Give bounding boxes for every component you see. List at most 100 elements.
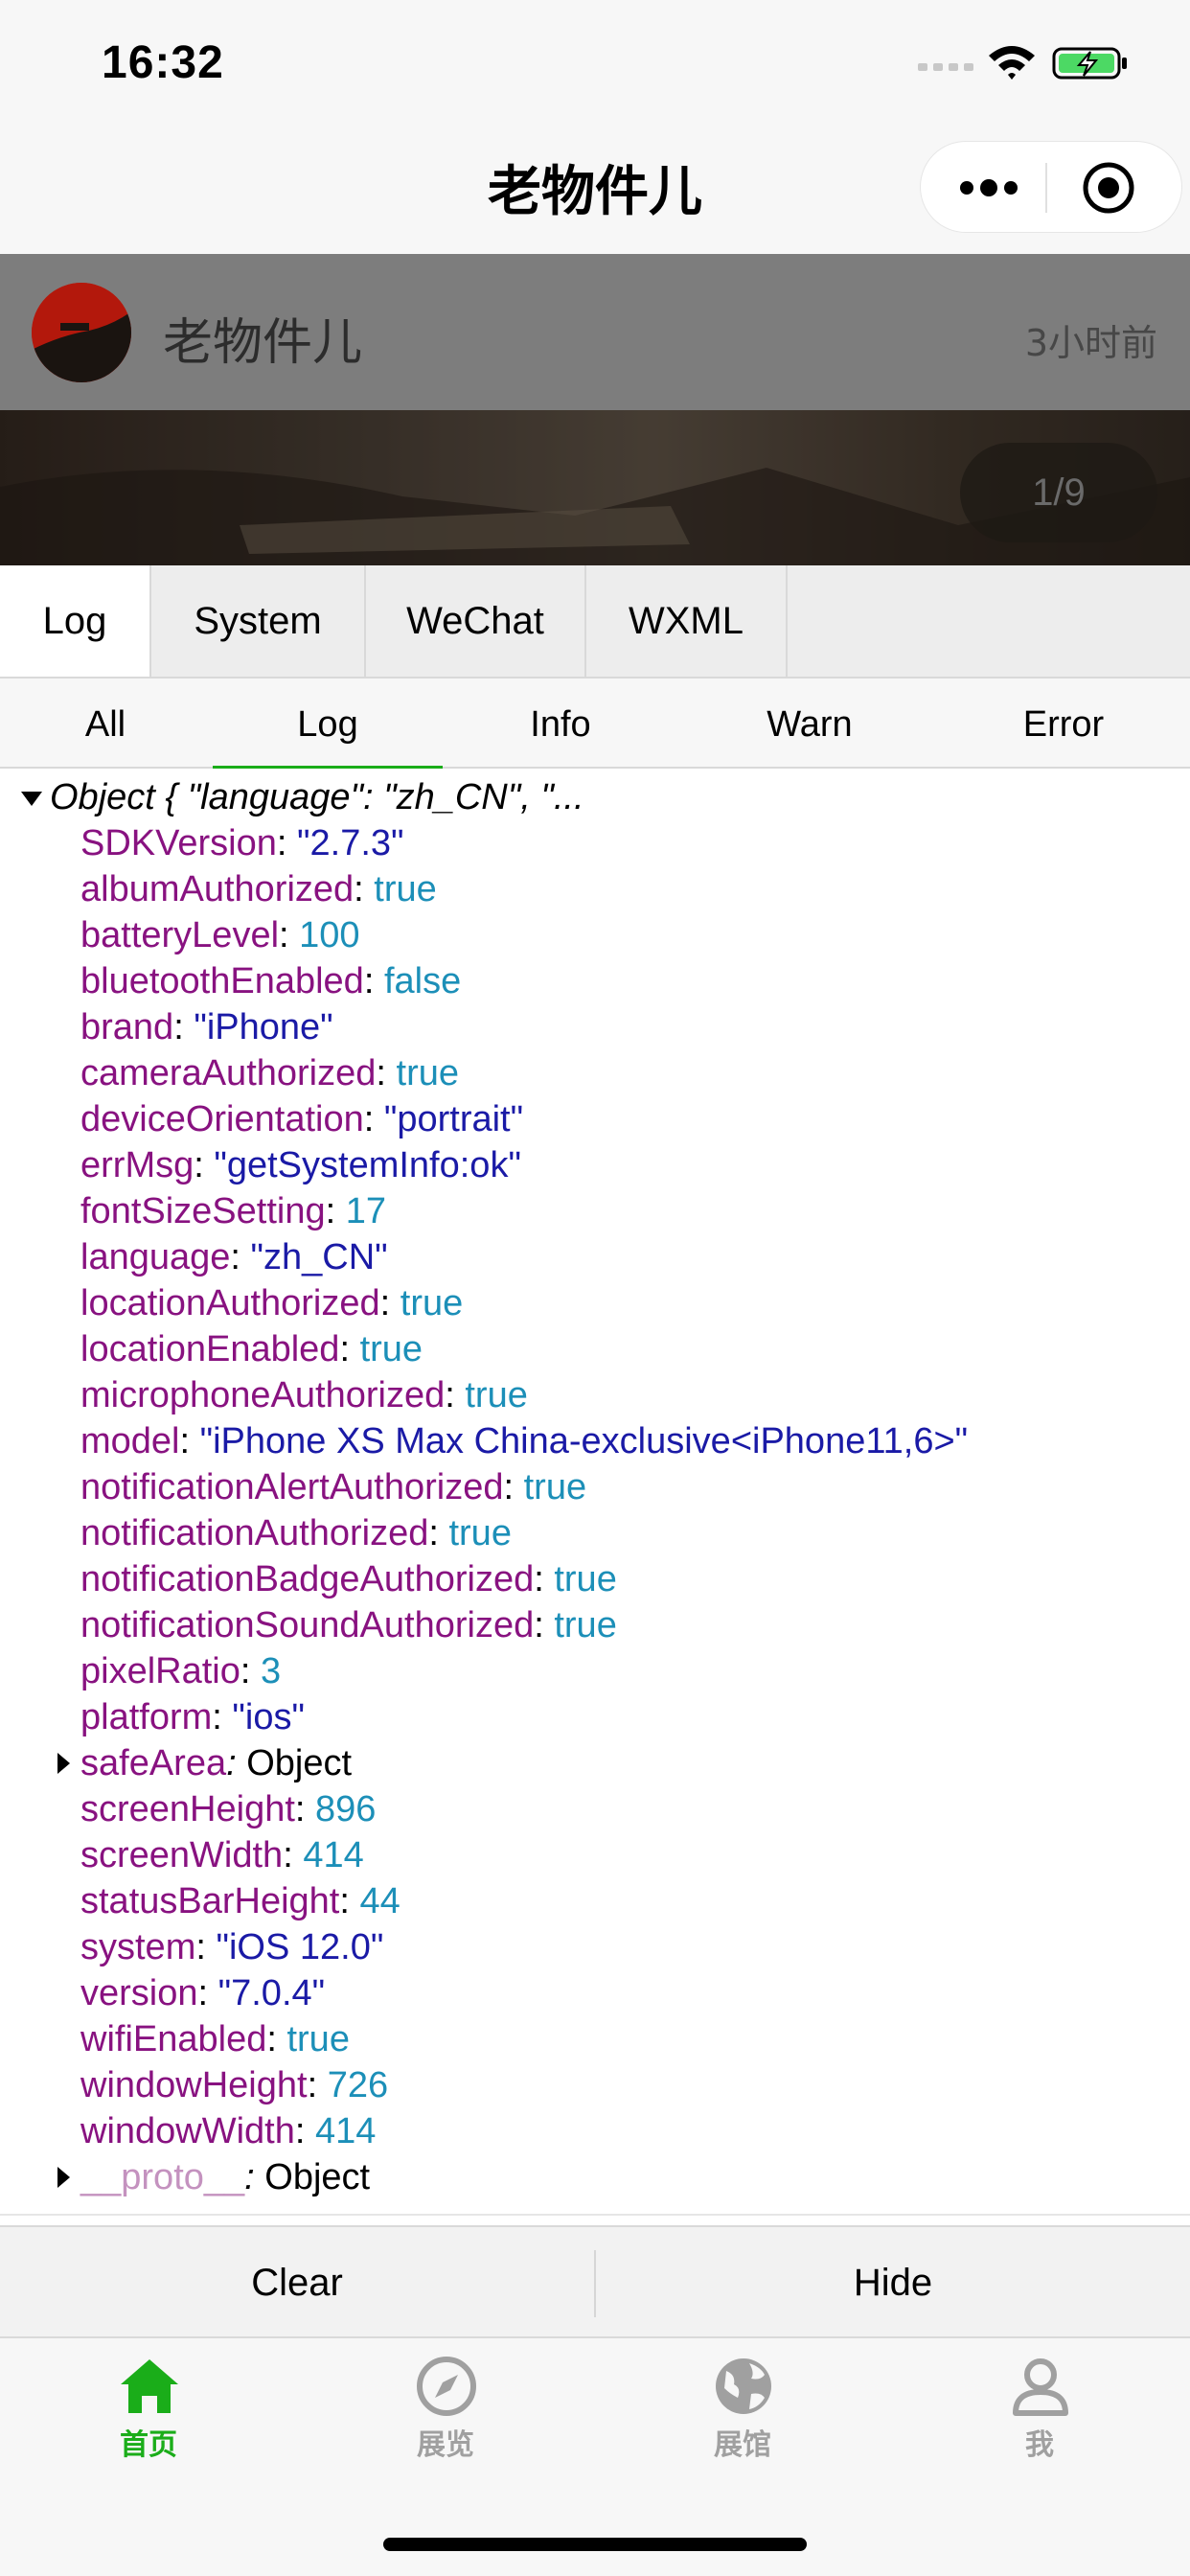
- entry-key: batteryLevel: [80, 915, 280, 955]
- close-mini-program-icon[interactable]: [1082, 161, 1135, 215]
- entry-key: SDKVersion: [80, 823, 277, 863]
- log-entry-screenheight: screenHeight: 896: [80, 1789, 377, 1829]
- log-entry-model: model: "iPhone XS Max China-exclusive<iP…: [80, 1421, 969, 1461]
- entry-value: false: [383, 961, 462, 1001]
- hide-button[interactable]: Hide: [596, 2227, 1190, 2336]
- log-panel[interactable]: Object { "language": "zh_CN", "... SDKVe…: [0, 770, 1190, 2216]
- tab-label: 展览: [417, 2428, 474, 2462]
- tab-log[interactable]: Log: [0, 565, 151, 677]
- entry-key: version: [80, 1973, 198, 2013]
- entry-key: windowWidth: [80, 2111, 295, 2151]
- tab-museum[interactable]: 展馆: [594, 2338, 891, 2482]
- log-entry-language: language: "zh_CN": [80, 1237, 388, 1277]
- navigation-bar: 老物件儿: [0, 129, 1190, 254]
- author-name[interactable]: 老物件儿: [163, 302, 362, 374]
- log-entry-locationenabled: locationEnabled: true: [80, 1329, 423, 1369]
- entry-value: 726: [327, 2065, 389, 2105]
- tab-wxml[interactable]: WXML: [586, 565, 788, 677]
- entry-value: 17: [345, 1191, 387, 1231]
- entry-value: true: [554, 1559, 617, 1599]
- vconsole-toolbar: Clear Hide: [0, 2225, 1190, 2338]
- tab-home[interactable]: 首页: [0, 2338, 297, 2482]
- post-image-carousel[interactable]: 1/9: [0, 410, 1190, 565]
- tab-me[interactable]: 我: [891, 2338, 1188, 2482]
- entry-key: errMsg: [80, 1145, 195, 1185]
- entry-key: microphoneAuthorized: [80, 1375, 446, 1415]
- entry-value: 414: [303, 1835, 364, 1875]
- log-entry-locationauthorized: locationAuthorized: true: [80, 1283, 464, 1323]
- log-entry-notificationauthorized: notificationAuthorized: true: [80, 1513, 512, 1553]
- entry-value: true: [554, 1605, 617, 1645]
- tab-exhibition[interactable]: 展览: [297, 2338, 594, 2482]
- cellular-signal-icon: [918, 63, 973, 71]
- more-icon[interactable]: [959, 174, 1018, 201]
- mini-program-capsule: [920, 141, 1182, 233]
- entry-value: "iOS 12.0": [216, 1927, 384, 1967]
- log-entry-bluetoothenabled: bluetoothEnabled: false: [80, 961, 462, 1001]
- log-entry-windowheight: windowHeight: 726: [80, 2065, 389, 2105]
- entry-value: true: [286, 2019, 350, 2059]
- entry-key: statusBarHeight: [80, 1881, 340, 1921]
- log-entry-albumauthorized: albumAuthorized: true: [80, 869, 437, 909]
- filter-error[interactable]: Error: [968, 678, 1159, 767]
- entry-value: 3: [261, 1651, 282, 1691]
- entry-key: notificationSoundAuthorized: [80, 1605, 535, 1645]
- home-indicator[interactable]: [383, 2538, 807, 2551]
- tab-system[interactable]: System: [151, 565, 366, 677]
- log-entry-version: version: "7.0.4": [80, 1973, 326, 2013]
- entry-value: "getSystemInfo:ok": [214, 1145, 521, 1185]
- filter-info[interactable]: Info: [469, 678, 652, 767]
- post-header: 老物件儿 3小时前: [0, 254, 1190, 410]
- log-entry-platform: platform: "ios": [80, 1697, 305, 1737]
- log-entry-brand: brand: "iPhone": [80, 1007, 333, 1047]
- battery-charging-icon: [1052, 47, 1127, 80]
- object-header[interactable]: Object { "language": "zh_CN", "...: [21, 774, 584, 820]
- entry-key: fontSizeSetting: [80, 1191, 326, 1231]
- entry-key: brand: [80, 1007, 174, 1047]
- filter-warn[interactable]: Warn: [709, 678, 910, 767]
- entry-key: notificationBadgeAuthorized: [80, 1559, 535, 1599]
- expanded-triangle-icon[interactable]: [21, 792, 42, 807]
- entry-value: "portrait": [383, 1099, 524, 1139]
- log-entry-proto[interactable]: __proto__: Object: [57, 2154, 1182, 2200]
- log-entry-windowwidth: windowWidth: 414: [80, 2111, 377, 2151]
- tab-label: 我: [1025, 2428, 1054, 2462]
- vconsole-tabs: Log System WeChat WXML: [0, 565, 1190, 678]
- log-entry-safearea[interactable]: safeArea: Object: [57, 1740, 1182, 1786]
- entry-key: system: [80, 1927, 196, 1967]
- object-summary: Object { "language": "zh_CN", "...: [50, 777, 584, 817]
- avatar[interactable]: [32, 283, 131, 382]
- entry-key: windowHeight: [80, 2065, 308, 2105]
- log-entry-pixelratio: pixelRatio: 3: [80, 1651, 282, 1691]
- entry-value: "2.7.3": [297, 823, 404, 863]
- home-icon: [121, 2359, 178, 2413]
- entry-key: wifiEnabled: [80, 2019, 267, 2059]
- status-time: 16:32: [102, 37, 224, 88]
- compass-icon: [417, 2357, 476, 2416]
- entry-value: "ios": [232, 1697, 305, 1737]
- post-timestamp: 3小时前: [1024, 322, 1157, 364]
- entry-value: true: [359, 1329, 423, 1369]
- entry-key: model: [80, 1421, 180, 1461]
- log-entry-system: system: "iOS 12.0": [80, 1927, 384, 1967]
- entry-value: true: [374, 869, 437, 909]
- entry-key: platform: [80, 1697, 213, 1737]
- log-entry-wifienabled: wifiEnabled: true: [80, 2019, 350, 2059]
- entry-value: "7.0.4": [217, 1973, 326, 2013]
- entry-value: 896: [315, 1789, 377, 1829]
- filter-log[interactable]: Log: [213, 678, 443, 769]
- entry-value: true: [400, 1283, 464, 1323]
- tab-wechat[interactable]: WeChat: [366, 565, 586, 677]
- collapsed-triangle-icon[interactable]: [57, 2167, 70, 2188]
- capsule-divider: [1045, 163, 1047, 213]
- collapsed-triangle-icon[interactable]: [57, 1753, 70, 1774]
- clear-button[interactable]: Clear: [0, 2227, 594, 2336]
- user-icon: [1013, 2358, 1068, 2416]
- log-entry-statusbarheight: statusBarHeight: 44: [80, 1881, 400, 1921]
- entry-key: deviceOrientation: [80, 1099, 364, 1139]
- log-entry-cameraauthorized: cameraAuthorized: true: [80, 1053, 459, 1093]
- entry-key: cameraAuthorized: [80, 1053, 377, 1093]
- entry-value: true: [448, 1513, 512, 1553]
- filter-all[interactable]: All: [29, 678, 182, 767]
- log-entry-notificationbadgeauthorized: notificationBadgeAuthorized: true: [80, 1559, 617, 1599]
